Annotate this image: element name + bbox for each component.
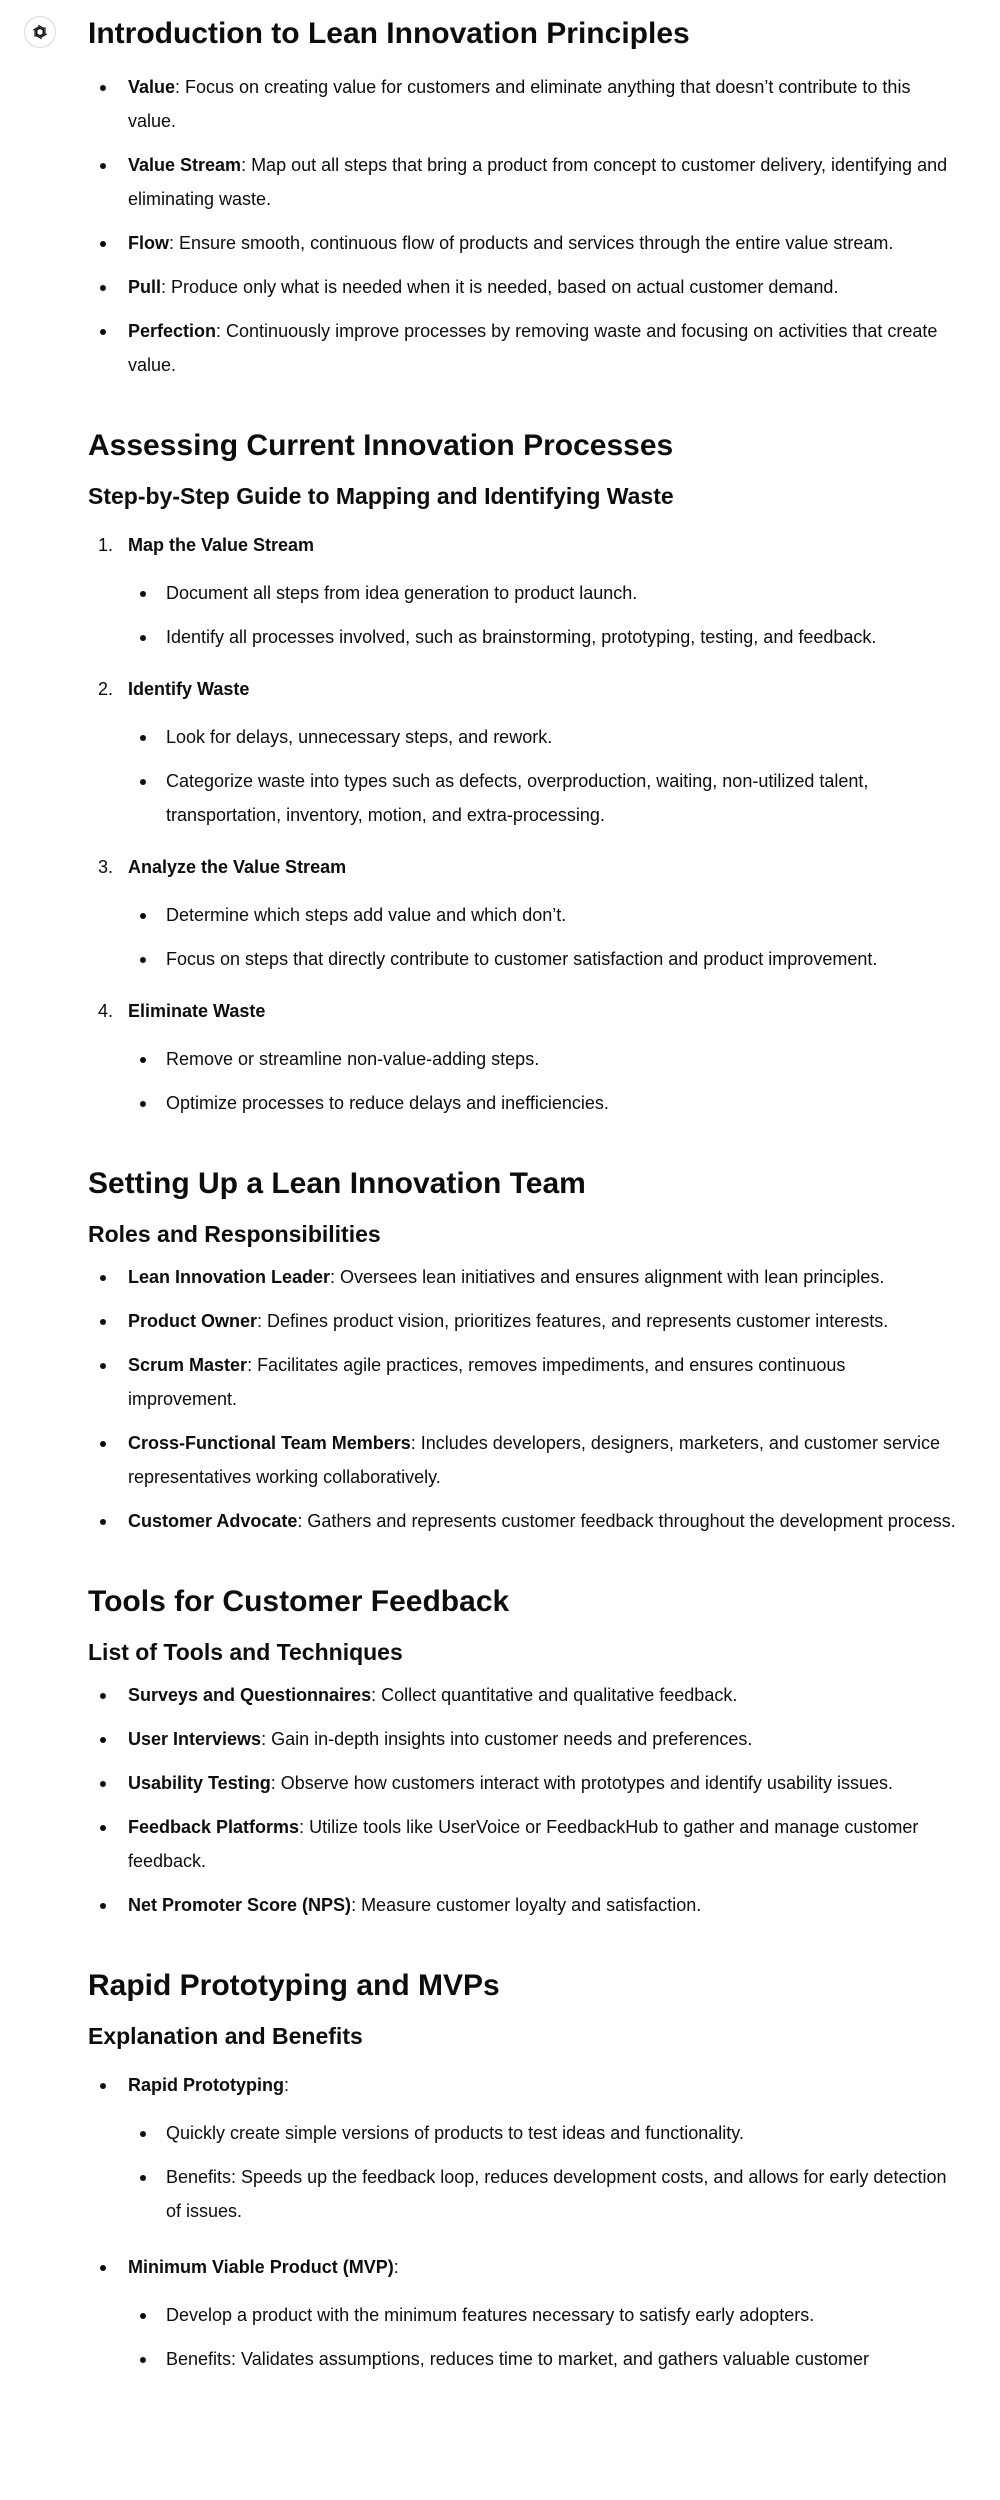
term-suffix: : (284, 2075, 290, 2095)
term: Lean Innovation Leader (128, 1267, 331, 1287)
step-item: 2. Identify Waste Look for delays, unnec… (88, 672, 958, 832)
step-item: 3. Analyze the Value Stream Determine wh… (88, 850, 958, 976)
step-item: 4. Eliminate Waste Remove or streamline … (88, 994, 958, 1120)
list-item: Customer Advocate: Gathers and represent… (88, 1504, 958, 1538)
step-sublist: Determine which steps add value and whic… (128, 898, 958, 976)
step-title: Analyze the Value Stream (128, 857, 347, 877)
section-title-tools: Tools for Customer Feedback (88, 1585, 510, 1618)
desc: : Ensure smooth, continuous flow of prod… (169, 233, 894, 253)
term: Net Promoter Score (NPS) (128, 1895, 352, 1915)
desc: : Defines product vision, prioritizes fe… (257, 1311, 889, 1331)
desc: : Measure customer loyalty and satisfact… (351, 1895, 702, 1915)
term: User Interviews (128, 1729, 262, 1749)
step-number: 1. (98, 535, 114, 555)
term: Customer Advocate (128, 1511, 298, 1531)
list-item: Identify all processes involved, such as… (128, 620, 958, 654)
team-list: Lean Innovation Leader: Oversees lean in… (88, 1260, 958, 1538)
term: Perfection (128, 321, 217, 341)
list-item: Look for delays, unnecessary steps, and … (128, 720, 958, 754)
desc: : Focus on creating value for customers … (128, 77, 911, 131)
desc: : Continuously improve processes by remo… (128, 321, 938, 375)
section-subtitle-proto: Explanation and Benefits (88, 2023, 363, 2049)
list-item: Determine which steps add value and whic… (128, 898, 958, 932)
desc: : Collect quantitative and qualitative f… (371, 1685, 738, 1705)
tools-list: Surveys and Questionnaires: Collect quan… (88, 1678, 958, 1922)
step-title: Map the Value Stream (128, 535, 315, 555)
term: Surveys and Questionnaires (128, 1685, 372, 1705)
term: Minimum Viable Product (MVP) (128, 2257, 394, 2277)
list-item: Cross-Functional Team Members: Includes … (88, 1426, 958, 1494)
term: Rapid Prototyping (128, 2075, 284, 2095)
proto-list: Rapid Prototyping: Quickly create simple… (88, 2068, 958, 2376)
list-item: Benefits: Speeds up the feedback loop, r… (128, 2160, 958, 2228)
term-suffix: : (393, 2257, 399, 2277)
section-title-team: Setting Up a Lean Innovation Team (88, 1167, 586, 1200)
list-item: Quickly create simple versions of produc… (128, 2116, 958, 2150)
step-title: Identify Waste (128, 679, 250, 699)
term: Product Owner (128, 1311, 258, 1331)
assistant-message: Introduction to Lean Innovation Principl… (88, 14, 958, 2376)
list-item: Scrum Master: Facilitates agile practice… (88, 1348, 958, 1416)
assess-steps: 1. Map the Value Stream Document all ste… (88, 528, 958, 1120)
section-title-intro: Introduction to Lean Innovation Principl… (88, 17, 690, 50)
list-item: Rapid Prototyping: Quickly create simple… (88, 2068, 958, 2228)
list-item: Develop a product with the minimum featu… (128, 2298, 958, 2332)
section-subtitle-tools: List of Tools and Techniques (88, 1639, 403, 1665)
list-item: Optimize processes to reduce delays and … (128, 1086, 958, 1120)
openai-logo-icon (33, 24, 47, 40)
list-item: Value Stream: Map out all steps that bri… (88, 148, 958, 216)
proto-sublist: Develop a product with the minimum featu… (128, 2298, 958, 2376)
section-title-assess: Assessing Current Innovation Processes (88, 429, 674, 462)
step-number: 2. (98, 679, 114, 699)
desc: : Oversees lean initiatives and ensures … (330, 1267, 885, 1287)
list-item: Minimum Viable Product (MVP): Develop a … (88, 2250, 958, 2376)
term: Value Stream (128, 155, 242, 175)
section-title-proto: Rapid Prototyping and MVPs (88, 1969, 500, 2002)
step-sublist: Remove or streamline non-value-adding st… (128, 1042, 958, 1120)
desc: : Map out all steps that bring a product… (128, 155, 948, 209)
desc: : Produce only what is needed when it is… (161, 277, 839, 297)
list-item: Lean Innovation Leader: Oversees lean in… (88, 1260, 958, 1294)
section-subtitle-team: Roles and Responsibilities (88, 1221, 381, 1247)
assistant-avatar (24, 16, 56, 48)
term: Flow (128, 233, 169, 253)
term: Usability Testing (128, 1773, 271, 1793)
proto-sublist: Quickly create simple versions of produc… (128, 2116, 958, 2228)
list-item: Remove or streamline non-value-adding st… (128, 1042, 958, 1076)
list-item: Net Promoter Score (NPS): Measure custom… (88, 1888, 958, 1922)
step-item: 1. Map the Value Stream Document all ste… (88, 528, 958, 654)
section-subtitle-assess: Step-by-Step Guide to Mapping and Identi… (88, 483, 674, 509)
term: Cross-Functional Team Members (128, 1433, 411, 1453)
list-item: Document all steps from idea generation … (128, 576, 958, 610)
list-item: Pull: Produce only what is needed when i… (88, 270, 958, 304)
list-item: Value: Focus on creating value for custo… (88, 70, 958, 138)
list-item: Surveys and Questionnaires: Collect quan… (88, 1678, 958, 1712)
term: Pull (128, 277, 162, 297)
step-number: 3. (98, 857, 114, 877)
list-item: Perfection: Continuously improve process… (88, 314, 958, 382)
term: Value (128, 77, 176, 97)
step-number: 4. (98, 1001, 114, 1021)
list-item: Product Owner: Defines product vision, p… (88, 1304, 958, 1338)
list-item: User Interviews: Gain in-depth insights … (88, 1722, 958, 1756)
term: Scrum Master (128, 1355, 248, 1375)
step-sublist: Document all steps from idea generation … (128, 576, 958, 654)
list-item: Benefits: Validates assumptions, reduces… (128, 2342, 958, 2376)
list-item: Focus on steps that directly contribute … (128, 942, 958, 976)
desc: : Gain in-depth insights into customer n… (261, 1729, 753, 1749)
list-item: Flow: Ensure smooth, continuous flow of … (88, 226, 958, 260)
list-item: Usability Testing: Observe how customers… (88, 1766, 958, 1800)
step-title: Eliminate Waste (128, 1001, 266, 1021)
list-item: Categorize waste into types such as defe… (128, 764, 958, 832)
term: Feedback Platforms (128, 1817, 300, 1837)
list-item: Feedback Platforms: Utilize tools like U… (88, 1810, 958, 1878)
desc: : Gathers and represents customer feedba… (297, 1511, 956, 1531)
intro-list: Value: Focus on creating value for custo… (88, 70, 958, 382)
step-sublist: Look for delays, unnecessary steps, and … (128, 720, 958, 832)
desc: : Observe how customers interact with pr… (270, 1773, 893, 1793)
